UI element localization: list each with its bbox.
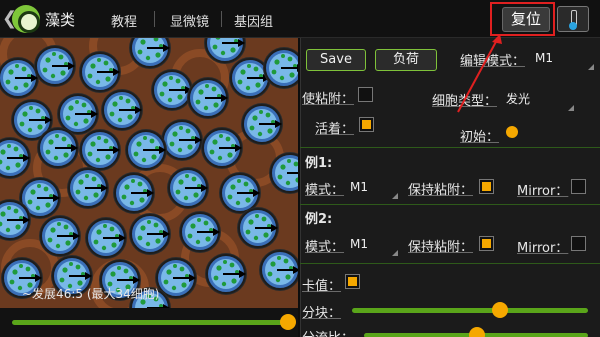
section-divider (300, 263, 600, 264)
dropdown-arrow-icon (588, 64, 594, 70)
section-divider (300, 147, 600, 148)
annotation-arrow-icon (457, 34, 502, 113)
time-slider-knob[interactable] (280, 314, 296, 330)
app-logo-icon[interactable] (12, 5, 40, 33)
adhesion-label: 使粘附： (302, 92, 355, 107)
example1-keep-adhesion-label: 保持粘附： (408, 183, 474, 198)
adhesion-checkbox[interactable] (358, 87, 373, 102)
example2-mode-label: 模式： (305, 240, 345, 255)
active-checkbox[interactable] (359, 117, 374, 132)
split-slider-knob[interactable] (492, 302, 508, 318)
example1-mirror-checkbox[interactable] (571, 179, 586, 194)
example1-mirror-label: Mirror： (517, 184, 569, 199)
simulation-view[interactable] (0, 38, 298, 308)
section-divider (300, 204, 600, 205)
app-root: ❮ 藻类 教程 显微镜 基因组 复位 ~发展46:5 (最大34细胞) Save… (0, 0, 600, 337)
example2-mode-select[interactable]: M1 (350, 237, 368, 251)
app-title: 藻类 (45, 11, 76, 29)
example2-mirror-checkbox[interactable] (571, 236, 586, 251)
active-label: 活着： (315, 122, 355, 137)
save-button[interactable]: Save (306, 49, 366, 71)
dropdown-arrow-icon (568, 105, 574, 111)
tab-tutorial[interactable]: 教程 (111, 11, 137, 30)
example1-keep-adhesion-checkbox[interactable] (479, 179, 494, 194)
ratio-slider-knob[interactable] (469, 327, 485, 337)
cell-culture-canvas (0, 38, 298, 308)
card-value-checkbox[interactable] (345, 274, 360, 289)
example1-mode-select[interactable]: M1 (350, 180, 368, 194)
dropdown-arrow-icon (392, 193, 398, 199)
thermometer-icon[interactable] (557, 6, 589, 32)
simulation-status: ~发展46:5 (最大34细胞) (22, 287, 160, 301)
initial-radio[interactable] (506, 126, 518, 138)
dropdown-arrow-icon (392, 250, 398, 256)
simulation-controls (0, 308, 298, 337)
example2-mirror-label: Mirror： (517, 241, 569, 256)
tab-divider (221, 11, 222, 27)
load-button[interactable]: 负荷 (375, 49, 437, 71)
example1-title: 例1: (305, 156, 333, 171)
split-slider-track[interactable] (352, 308, 588, 313)
example2-title: 例2: (305, 212, 333, 227)
split-label: 分块： (302, 306, 342, 321)
example1-mode-label: 模式： (305, 183, 345, 198)
ratio-label: 分流比： (302, 327, 354, 337)
tab-divider (154, 11, 155, 27)
example2-keep-adhesion-label: 保持粘附： (408, 240, 474, 255)
example2-keep-adhesion-checkbox[interactable] (479, 236, 494, 251)
tab-microscope[interactable]: 显微镜 (170, 11, 209, 30)
edit-mode-select[interactable]: M1 (535, 51, 553, 65)
time-slider-track[interactable] (12, 320, 288, 325)
initial-label: 初始： (460, 130, 500, 145)
card-value-label: 卡值： (302, 279, 342, 294)
tab-genome[interactable]: 基因组 (229, 11, 278, 42)
